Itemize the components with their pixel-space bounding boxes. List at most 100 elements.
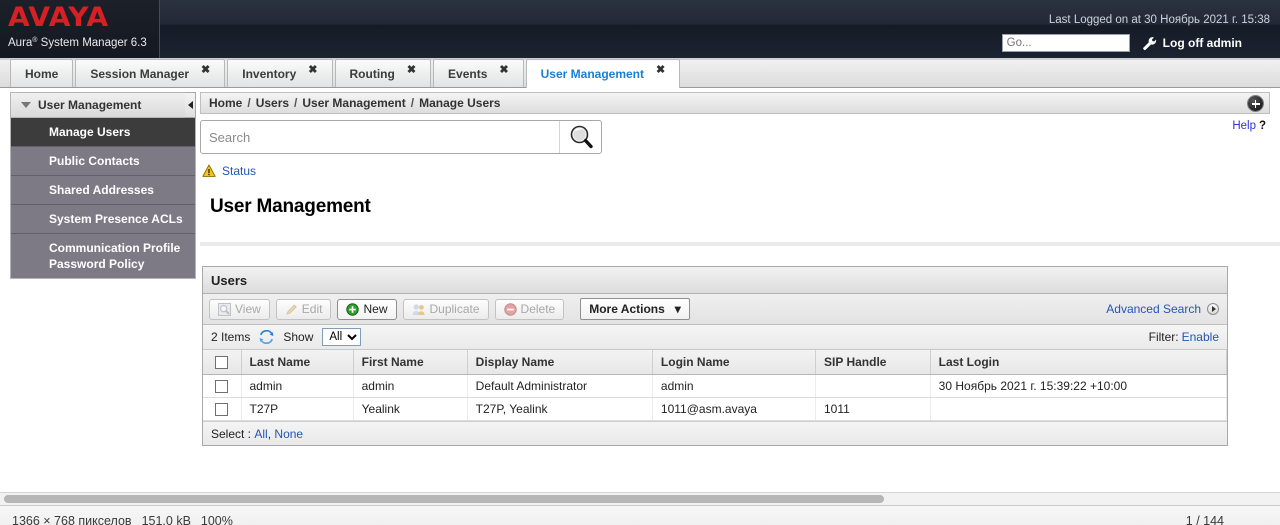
horizontal-scrollbar[interactable]: [0, 492, 1280, 505]
product-name: Aura® System Manager 6.3: [8, 34, 159, 50]
status-bar-left: 1366 × 768 пикселов 151,0 kB 100%: [12, 514, 233, 525]
chevron-down-icon: ▾: [674, 302, 681, 316]
breadcrumb: Home / Users / User Management / Manage …: [200, 92, 1270, 114]
cell-last-name: T27P: [241, 397, 354, 421]
status-link[interactable]: Status: [222, 164, 256, 178]
table-row[interactable]: admin admin Default Administrator admin …: [203, 374, 1228, 398]
cell-sip-handle: [815, 374, 931, 398]
select-all-checkbox[interactable]: [215, 356, 229, 370]
tab-events[interactable]: Events ✖: [433, 59, 524, 87]
wrench-icon: [1142, 36, 1156, 50]
delete-label: Delete: [520, 302, 556, 316]
sidebar-item-shared-addresses[interactable]: Shared Addresses: [11, 176, 195, 205]
new-button[interactable]: New: [337, 298, 397, 320]
scrollbar-thumb[interactable]: [4, 495, 884, 503]
sidebar-item-label: Communication Profile Password Policy: [49, 241, 181, 271]
plus-circle-green-icon: [346, 302, 360, 316]
tab-user-management[interactable]: User Management ✖: [525, 59, 681, 88]
search-button[interactable]: [559, 121, 601, 153]
sidebar-collapse-button[interactable]: [185, 92, 196, 118]
tab-close-icon[interactable]: ✖: [407, 63, 416, 76]
column-last-name[interactable]: Last Name: [241, 350, 354, 375]
cell-first-name: admin: [353, 374, 468, 398]
row-select-cell: [203, 397, 242, 421]
row-checkbox[interactable]: [215, 403, 229, 417]
tab-label: User Management: [540, 67, 644, 81]
sidebar-item-label: Public Contacts: [49, 154, 140, 168]
cell-last-login: 30 Ноябрь 2021 г. 15:39:22 +10:00: [930, 374, 1228, 398]
log-off-button[interactable]: Log off admin: [1142, 36, 1272, 51]
row-select-cell: [203, 374, 242, 398]
tab-label: Routing: [349, 66, 395, 81]
avaya-logo: AVAYA: [8, 2, 109, 33]
product-family: Aura: [8, 37, 33, 49]
workspace: User Management Manage Users Public Cont…: [0, 88, 1280, 492]
sidebar-root-user-management[interactable]: User Management: [10, 92, 196, 118]
chevron-down-icon: [21, 102, 31, 108]
close-icon[interactable]: [1248, 96, 1263, 111]
tab-routing[interactable]: Routing ✖: [334, 59, 432, 87]
row-checkbox[interactable]: [215, 380, 229, 394]
select-none-link[interactable]: None: [274, 427, 303, 441]
advanced-search-link[interactable]: Advanced Search: [1106, 302, 1219, 316]
duplicate-label: Duplicate: [429, 302, 480, 316]
breadcrumb-separator: /: [294, 96, 298, 110]
table-header-row: Last Name First Name Display Name Login …: [203, 350, 1228, 375]
sidebar-root-label: User Management: [38, 98, 142, 112]
chevron-left-icon: [187, 101, 193, 109]
column-sip-handle[interactable]: SIP Handle: [815, 350, 931, 375]
breadcrumb-item-home[interactable]: Home: [209, 96, 242, 110]
sidebar-item-system-presence-acls[interactable]: System Presence ACLs: [11, 205, 195, 234]
edit-button: Edit: [275, 298, 332, 320]
tab-home[interactable]: Home: [10, 59, 74, 87]
section-divider: [200, 242, 1280, 246]
view-label: View: [235, 302, 261, 316]
help-link[interactable]: Help: [1232, 120, 1256, 132]
pencil-icon: [285, 303, 297, 315]
more-actions-button[interactable]: More Actions ▾: [580, 298, 690, 320]
column-display-name[interactable]: Display Name: [467, 350, 653, 375]
breadcrumb-separator: /: [410, 96, 415, 110]
tab-close-icon[interactable]: ✖: [308, 63, 317, 76]
column-login-name[interactable]: Login Name: [652, 350, 817, 375]
select-all-link[interactable]: All: [254, 427, 267, 441]
brand-block: AVAYA Aura® System Manager 6.3: [0, 0, 160, 58]
search-input[interactable]: [201, 121, 559, 153]
go-input[interactable]: [1001, 34, 1130, 52]
cell-login-name: 1011@asm.avaya: [652, 397, 817, 421]
more-actions-label: More Actions: [589, 302, 665, 316]
column-last-login[interactable]: Last Login: [930, 350, 1228, 375]
duplicate-users-icon: [412, 303, 425, 315]
tab-inventory[interactable]: Inventory ✖: [227, 59, 333, 87]
filter-enable-link[interactable]: Enable: [1182, 330, 1219, 344]
help-question-icon[interactable]: ?: [1259, 120, 1266, 132]
select-all-header: [203, 350, 242, 375]
tab-session-manager[interactable]: Session Manager ✖: [75, 59, 226, 87]
image-dimensions-label: 1366 × 768 пикселов: [12, 513, 132, 525]
table-row[interactable]: T27P Yealink T27P, Yealink 1011@asm.avay…: [203, 397, 1228, 421]
column-first-name[interactable]: First Name: [353, 350, 468, 375]
breadcrumb-item-users[interactable]: Users: [256, 96, 289, 110]
view-icon: [218, 302, 231, 316]
breadcrumb-item-user-management[interactable]: User Management: [302, 96, 405, 110]
sidebar-item-label: Shared Addresses: [49, 183, 154, 197]
page-title: User Management: [210, 196, 371, 217]
main-content: Home / Users / User Management / Manage …: [196, 88, 1280, 492]
banner-right: Last Logged on at 30 Ноябрь 2021 г. 15:3…: [160, 0, 1280, 58]
sidebar: User Management Manage Users Public Cont…: [0, 88, 196, 492]
refresh-icon[interactable]: [259, 330, 274, 344]
sidebar-item-public-contacts[interactable]: Public Contacts: [11, 147, 195, 176]
show-label: Show: [283, 330, 314, 344]
view-button: View: [209, 298, 270, 320]
tab-close-icon[interactable]: ✖: [201, 63, 210, 76]
users-subbar: 2 Items Show All Filter: Enable: [203, 325, 1227, 350]
breadcrumb-item-manage-users: Manage Users: [419, 96, 501, 110]
app-banner: AVAYA Aura® System Manager 6.3 Last Logg…: [0, 0, 1280, 58]
select-separator: ,: [267, 426, 272, 441]
tab-close-icon[interactable]: ✖: [656, 63, 665, 76]
show-select[interactable]: All: [322, 328, 362, 346]
tab-close-icon[interactable]: ✖: [499, 63, 508, 76]
sidebar-item-communication-profile-password-policy[interactable]: Communication Profile Password Policy: [11, 234, 195, 278]
sidebar-item-manage-users[interactable]: Manage Users: [11, 118, 195, 147]
users-panel-title: Users: [203, 267, 1227, 294]
